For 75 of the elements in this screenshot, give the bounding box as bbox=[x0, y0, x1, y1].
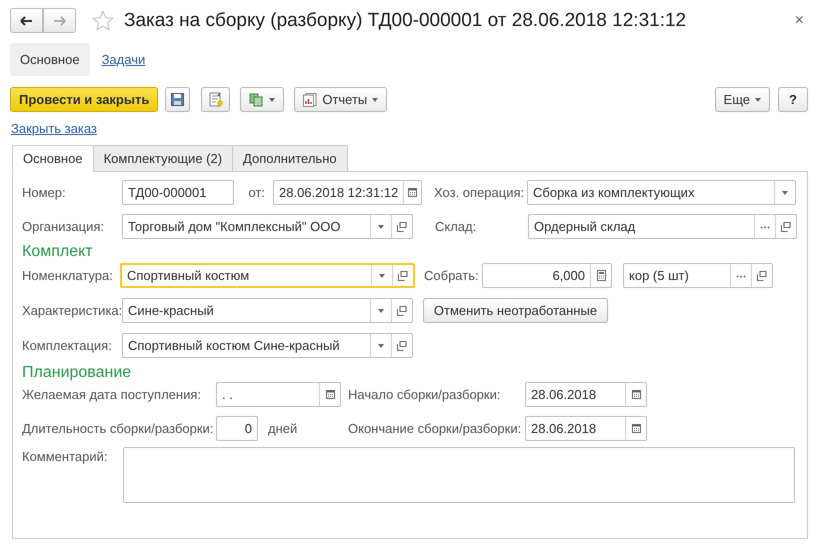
back-arrow-icon bbox=[20, 16, 33, 26]
save-button[interactable] bbox=[165, 87, 190, 112]
dropdown-icon[interactable] bbox=[372, 98, 378, 102]
operation-select[interactable]: Сборка из комплектующих bbox=[527, 180, 796, 205]
nav-link[interactable]: Основное bbox=[10, 43, 90, 76]
calendar-icon[interactable] bbox=[326, 390, 334, 399]
organization-select[interactable]: Торговый дом "Комплексный" ООО bbox=[122, 214, 413, 239]
unit-select[interactable]: кор (5 шт) bbox=[623, 263, 773, 288]
start-date-field[interactable]: 28.06.2018 bbox=[525, 382, 647, 407]
comment-field[interactable] bbox=[123, 447, 795, 503]
tab[interactable]: Комплектующие (2) bbox=[92, 145, 234, 172]
number-field[interactable]: ТД00-000001 bbox=[122, 180, 234, 205]
field-label: Желаемая дата поступления: bbox=[22, 387, 202, 402]
field-label: Начало сборки/разборки: bbox=[348, 387, 502, 402]
more-button[interactable]: Еще bbox=[714, 87, 770, 112]
field-label: Организация: bbox=[22, 219, 106, 234]
field-label: Склад: bbox=[435, 219, 478, 234]
open-icon[interactable] bbox=[757, 270, 767, 280]
reports-button[interactable]: Отчеты bbox=[294, 87, 388, 112]
calendar-icon[interactable] bbox=[632, 424, 640, 433]
open-icon[interactable] bbox=[397, 340, 407, 350]
unit-label: дней bbox=[268, 421, 298, 436]
nomenclature-select[interactable]: Спортивный костюм bbox=[120, 263, 415, 288]
end-date-field[interactable]: 28.06.2018 bbox=[525, 416, 647, 441]
characteristic-select[interactable]: Сине-красный bbox=[122, 298, 413, 323]
field-label: Номенклатура: bbox=[22, 268, 114, 283]
post-button[interactable] bbox=[201, 87, 230, 112]
field-label: Хоз. операция: bbox=[434, 185, 526, 200]
dropdown-icon[interactable] bbox=[378, 308, 384, 312]
desired-date-field[interactable]: . . bbox=[216, 382, 341, 407]
field-label: Характеристика: bbox=[22, 303, 122, 318]
help-button[interactable]: ? bbox=[778, 87, 808, 112]
calendar-icon[interactable] bbox=[632, 390, 640, 399]
open-icon[interactable] bbox=[397, 306, 407, 316]
field-label: Окончание сборки/разборки: bbox=[348, 421, 522, 436]
field-label: от: bbox=[247, 185, 265, 200]
field-label: Номер: bbox=[22, 185, 67, 200]
documents-icon bbox=[249, 92, 264, 106]
field-label: Комментарий: bbox=[22, 448, 108, 464]
post-and-close-button[interactable]: Провести и закрыть bbox=[10, 87, 158, 112]
close-order-link[interactable]: Закрыть заказ bbox=[11, 121, 97, 136]
report-icon bbox=[303, 92, 318, 106]
open-icon[interactable] bbox=[781, 222, 791, 232]
field-label: Собрать: bbox=[424, 268, 480, 283]
dropdown-icon[interactable] bbox=[378, 344, 384, 348]
nav-link[interactable]: Задачи bbox=[92, 43, 156, 76]
save-icon bbox=[171, 93, 184, 106]
dropdown-icon[interactable] bbox=[378, 224, 384, 228]
star-icon[interactable] bbox=[92, 10, 114, 32]
dropdown-icon[interactable] bbox=[379, 274, 385, 278]
section-header: Комплект bbox=[22, 243, 94, 261]
date-field[interactable]: 28.06.2018 12:31:12 bbox=[273, 180, 422, 205]
create-based-on-button[interactable] bbox=[240, 87, 284, 112]
cancel-unprocessed-button[interactable]: Отменить неотработанные bbox=[423, 298, 608, 323]
configuration-select[interactable]: Спортивный костюм Сине-красный bbox=[122, 333, 413, 358]
duration-field[interactable]: 0 bbox=[216, 416, 258, 441]
section-header: Планирование bbox=[22, 364, 132, 382]
window-title: Заказ на сборку (разборку) ТД00-000001 от 28.06.2018 12:31:12 bbox=[124, 10, 686, 32]
calculator-icon[interactable] bbox=[596, 270, 606, 281]
tab[interactable]: Основное bbox=[12, 145, 94, 172]
open-icon[interactable] bbox=[398, 270, 408, 280]
back-button[interactable] bbox=[10, 8, 43, 33]
dropdown-icon[interactable] bbox=[269, 98, 276, 102]
forward-arrow-icon bbox=[53, 16, 66, 26]
quantity-field[interactable]: 6,000 bbox=[482, 263, 612, 288]
field-label: Комплектация: bbox=[22, 338, 113, 353]
dropdown-icon[interactable] bbox=[755, 98, 761, 102]
dropdown-icon[interactable] bbox=[782, 190, 788, 194]
close-button[interactable]: × bbox=[790, 12, 808, 30]
field-label: Длительность сборки/разборки: bbox=[22, 421, 214, 436]
calendar-icon[interactable] bbox=[408, 188, 418, 197]
document-icon bbox=[208, 92, 223, 107]
tab[interactable]: Дополнительно bbox=[232, 145, 348, 172]
open-icon[interactable] bbox=[397, 222, 407, 232]
warehouse-select[interactable]: Ордерный склад bbox=[528, 214, 797, 239]
